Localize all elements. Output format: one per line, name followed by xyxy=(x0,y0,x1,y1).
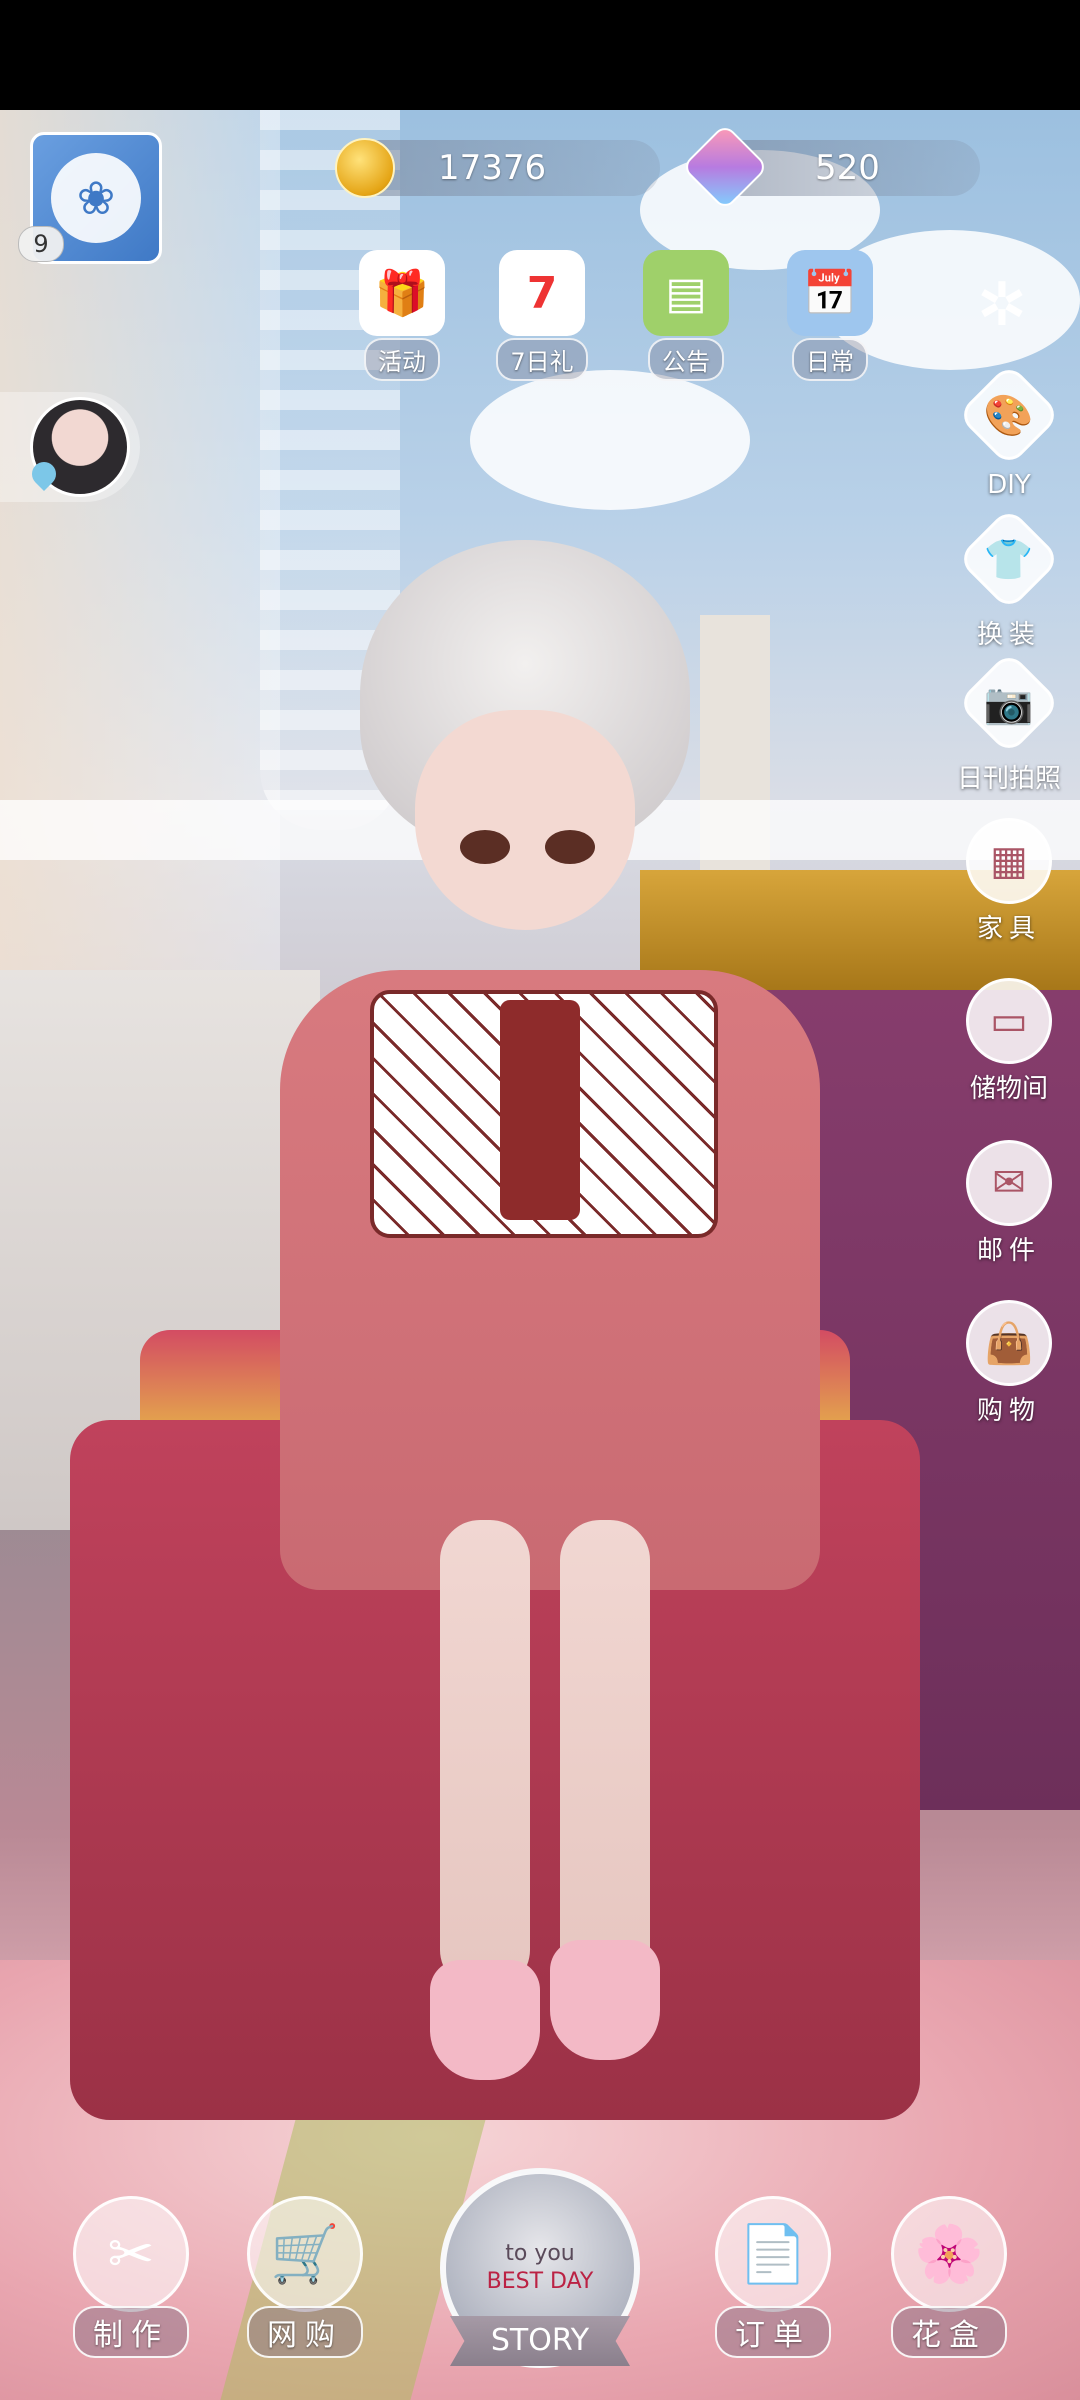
side-label: 购物 xyxy=(976,1396,1041,1426)
side-mail[interactable]: ✉ 邮件 xyxy=(944,1140,1074,1267)
side-label: 储物间 xyxy=(969,1074,1048,1104)
right-shoe xyxy=(550,1940,660,2060)
side-label: 日刊拍照 xyxy=(956,764,1061,794)
camera-icon: 📷 xyxy=(956,650,1062,756)
menu-announcement[interactable]: ▤ 公告 xyxy=(626,250,746,381)
coin-bar[interactable]: 17376 xyxy=(350,140,660,196)
bottom-label: 网购 xyxy=(247,2306,363,2358)
story-signpost-icon: to you BEST DAY xyxy=(487,2240,594,2296)
order-paper-icon: 📄 xyxy=(715,2196,831,2312)
side-diy[interactable]: 🎨 DIY xyxy=(944,362,1074,500)
cart-icon: 🛒 xyxy=(247,2196,363,2312)
player-level-badge: 9 xyxy=(18,226,64,262)
bottom-online-shop[interactable]: 🛒 网购 xyxy=(230,2196,380,2358)
side-label: 换装 xyxy=(976,620,1041,650)
calendar-icon: 📅 xyxy=(787,250,873,336)
side-storage[interactable]: ▭ 储物间 xyxy=(944,978,1074,1105)
coin-count: 17376 xyxy=(438,148,547,188)
menu-7day-gift[interactable]: 7 7日礼 xyxy=(482,250,602,381)
red-ribbon xyxy=(500,1000,580,1220)
menu-label: 7日礼 xyxy=(496,338,588,381)
gem-count: 520 xyxy=(815,148,880,188)
side-dress-up[interactable]: 👕 换装 xyxy=(944,506,1074,651)
side-label: 邮件 xyxy=(976,1236,1041,1266)
bottom-craft[interactable]: ✂ 制作 xyxy=(56,2196,206,2358)
doll-face xyxy=(415,710,635,930)
seven-day-icon: 7 xyxy=(499,250,585,336)
menu-label: 公告 xyxy=(648,338,724,381)
menu-label: 日常 xyxy=(792,338,868,381)
menu-activity[interactable]: 🎁 活动 xyxy=(342,250,462,381)
shirt-icon: 👕 xyxy=(956,506,1062,612)
game-scene xyxy=(0,110,1080,2400)
cabinet-icon: ▦ xyxy=(966,818,1052,904)
mail-icon: ✉ xyxy=(966,1140,1052,1226)
cloud xyxy=(470,370,750,510)
bottom-label: 订单 xyxy=(715,2306,831,2358)
left-leg xyxy=(440,1520,530,1990)
gift-icon: 🎁 xyxy=(359,250,445,336)
menu-label: 活动 xyxy=(364,338,440,381)
side-furniture[interactable]: ▦ 家具 xyxy=(944,818,1074,945)
scissors-icon: ✂ xyxy=(73,2196,189,2312)
side-daily-photo[interactable]: 📷 日刊拍照 xyxy=(934,650,1080,795)
side-label: 家具 xyxy=(976,914,1041,944)
bottom-label: 制作 xyxy=(73,2306,189,2358)
menu-expand-button[interactable]: ✲ xyxy=(942,262,1062,348)
story-label: STORY xyxy=(450,2316,630,2366)
doll-character[interactable] xyxy=(250,540,870,2120)
coin-icon xyxy=(335,138,395,198)
bottom-orders[interactable]: 📄 订单 xyxy=(698,2196,848,2358)
story-sign-line: BEST DAY xyxy=(486,2269,594,2294)
left-eye xyxy=(460,830,510,864)
flower-menu-icon: ✲ xyxy=(976,270,1028,340)
left-shoe xyxy=(430,1960,540,2080)
menu-daily[interactable]: 📅 日常 xyxy=(770,250,890,381)
flower-box-icon: 🌸 xyxy=(891,2196,1007,2312)
bottom-label: 花盒 xyxy=(891,2306,1007,2358)
bird-emblem-icon: ❀ xyxy=(51,153,141,243)
story-sign-line: to you xyxy=(505,2241,575,2266)
notice-board-icon: ▤ xyxy=(643,250,729,336)
right-eye xyxy=(545,830,595,864)
storage-box-icon: ▭ xyxy=(966,978,1052,1064)
side-shop[interactable]: 👜 购物 xyxy=(944,1300,1074,1427)
palette-icon: 🎨 xyxy=(956,362,1062,468)
right-leg xyxy=(560,1520,650,1990)
shopping-bag-icon: 👜 xyxy=(966,1300,1052,1386)
bottom-flower-box[interactable]: 🌸 花盒 xyxy=(874,2196,1024,2358)
side-label: DIY xyxy=(987,470,1031,500)
legs xyxy=(430,1520,660,2080)
